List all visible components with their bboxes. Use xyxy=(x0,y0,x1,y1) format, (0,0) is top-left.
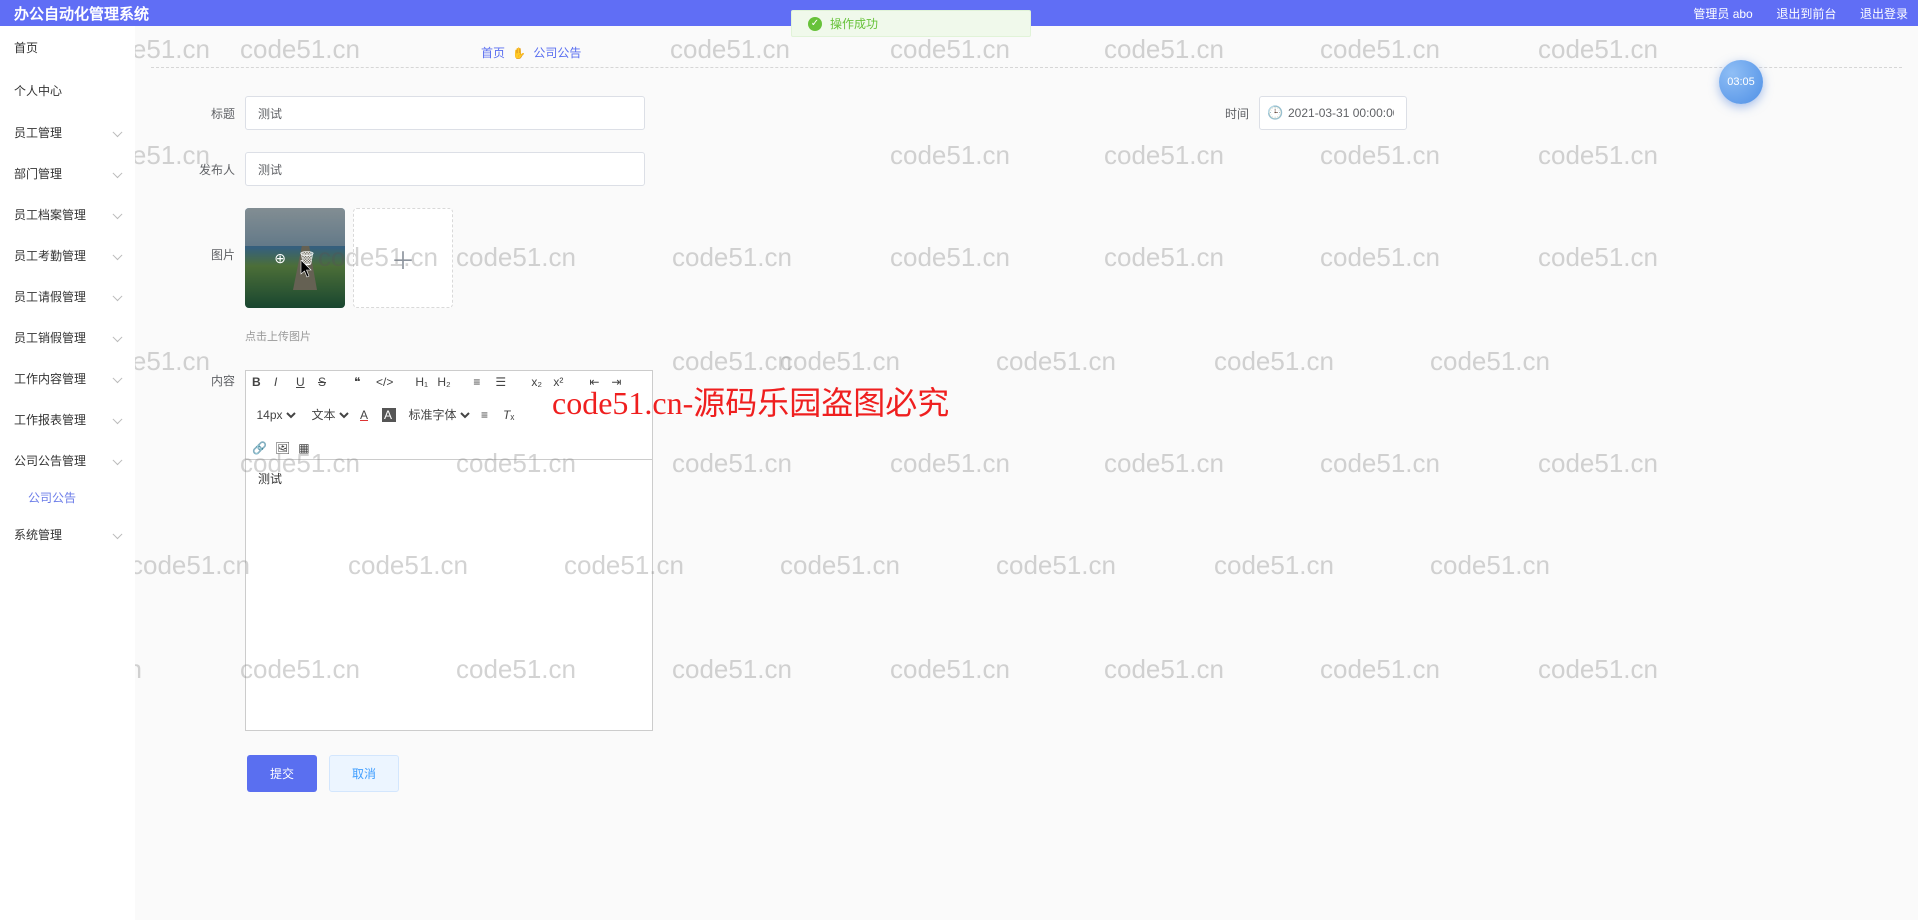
sidebar-subitem-announce[interactable]: 公司公告 xyxy=(0,481,135,514)
title-label: 标题 xyxy=(175,105,235,122)
underline-icon[interactable]: U xyxy=(296,375,310,389)
sidebar-item-report[interactable]: 工作报表管理 xyxy=(0,399,135,440)
clear-icon[interactable]: Tₓ xyxy=(503,408,517,422)
fontcolor-icon[interactable]: A xyxy=(360,408,374,422)
sidebar-item-personal[interactable]: 个人中心 xyxy=(0,69,135,112)
logout-link[interactable]: 退出登录 xyxy=(1860,7,1908,21)
publisher-label: 发布人 xyxy=(175,161,235,178)
strike-icon[interactable]: S xyxy=(318,375,332,389)
sidebar: 首页 个人中心 员工管理 部门管理 员工档案管理 员工考勤管理 员工请假管理 员… xyxy=(0,26,135,920)
current-user-link[interactable]: 管理员 abo xyxy=(1693,7,1752,21)
sidebar-item-staff[interactable]: 员工管理 xyxy=(0,112,135,153)
video-icon[interactable]: ▦ xyxy=(298,441,312,455)
sidebar-item-return[interactable]: 员工销假管理 xyxy=(0,317,135,358)
content-label: 内容 xyxy=(175,372,235,389)
fontsize-select[interactable]: 14px xyxy=(252,407,299,423)
sidebar-item-system[interactable]: 系统管理 xyxy=(0,514,135,555)
publisher-input[interactable] xyxy=(245,152,645,186)
success-toast: ✓ 操作成功 xyxy=(791,10,1031,37)
outdent-icon[interactable]: ⇥ xyxy=(611,375,625,389)
breadcrumb: 首页 ✋ 公司公告 xyxy=(151,34,1902,68)
brand-title: 办公自动化管理系统 xyxy=(0,3,163,24)
bgcolor-icon[interactable]: A xyxy=(382,408,396,422)
bold-icon[interactable]: B xyxy=(252,375,266,389)
main-content: 首页 ✋ 公司公告 标题 时间 🕒 发布人 图片 ⊕ 🗑 xyxy=(135,26,1918,920)
sidebar-item-archive[interactable]: 员工档案管理 xyxy=(0,194,135,235)
ul-icon[interactable]: ☰ xyxy=(495,375,509,389)
fontfamily-select[interactable]: 标准字体 xyxy=(404,407,473,423)
cancel-button[interactable]: 取消 xyxy=(329,755,399,792)
sidebar-item-workcontent[interactable]: 工作内容管理 xyxy=(0,358,135,399)
clock-badge: 03:05 xyxy=(1719,60,1763,104)
title-input[interactable] xyxy=(245,96,645,130)
editor-toolbar: B I U S ❝ </> H₁ H₂ ≡ ☰ x₂ x² ⇤ ⇥ xyxy=(245,370,653,459)
align-icon[interactable]: ≡ xyxy=(481,408,495,422)
upload-hint: 点击上传图片 xyxy=(245,328,461,344)
h2-icon[interactable]: H₂ xyxy=(437,375,451,389)
indent-icon[interactable]: ⇤ xyxy=(589,375,603,389)
sidebar-item-leave[interactable]: 员工请假管理 xyxy=(0,276,135,317)
sup-icon[interactable]: x² xyxy=(553,375,567,389)
image-label: 图片 xyxy=(175,246,235,263)
back-to-front-link[interactable]: 退出到前台 xyxy=(1776,7,1836,21)
add-image-button[interactable]: ＋ xyxy=(353,208,453,308)
sidebar-item-attendance[interactable]: 员工考勤管理 xyxy=(0,235,135,276)
h1-icon[interactable]: H₁ xyxy=(415,375,429,389)
sidebar-item-dept[interactable]: 部门管理 xyxy=(0,153,135,194)
sub-icon[interactable]: x₂ xyxy=(531,375,545,389)
sidebar-item-home[interactable]: 首页 xyxy=(0,26,135,69)
style-select[interactable]: 文本 xyxy=(307,407,352,423)
image-icon[interactable]: 🖼 xyxy=(275,441,290,455)
hand-icon: ✋ xyxy=(512,48,526,60)
toast-message: 操作成功 xyxy=(830,15,878,32)
submit-button[interactable]: 提交 xyxy=(247,755,317,792)
delete-icon[interactable]: 🗑 xyxy=(298,250,316,267)
uploaded-image-thumb[interactable]: ⊕ 🗑 xyxy=(245,208,345,308)
quote-icon[interactable]: ❝ xyxy=(354,375,368,389)
check-icon: ✓ xyxy=(808,17,822,31)
ol-icon[interactable]: ≡ xyxy=(473,375,487,389)
breadcrumb-home[interactable]: 首页 xyxy=(481,46,505,60)
link-icon[interactable]: 🔗 xyxy=(252,441,267,455)
sidebar-item-announce[interactable]: 公司公告管理 xyxy=(0,440,135,481)
editor-textarea[interactable]: 测试 xyxy=(245,459,653,731)
zoom-icon[interactable]: ⊕ xyxy=(274,250,286,267)
clock-icon: 🕒 xyxy=(1267,105,1283,121)
time-label: 时间 xyxy=(1209,105,1249,122)
plus-icon: ＋ xyxy=(391,241,415,276)
italic-icon[interactable]: I xyxy=(274,375,288,389)
code-icon[interactable]: </> xyxy=(376,375,393,389)
breadcrumb-current: 公司公告 xyxy=(533,46,581,60)
